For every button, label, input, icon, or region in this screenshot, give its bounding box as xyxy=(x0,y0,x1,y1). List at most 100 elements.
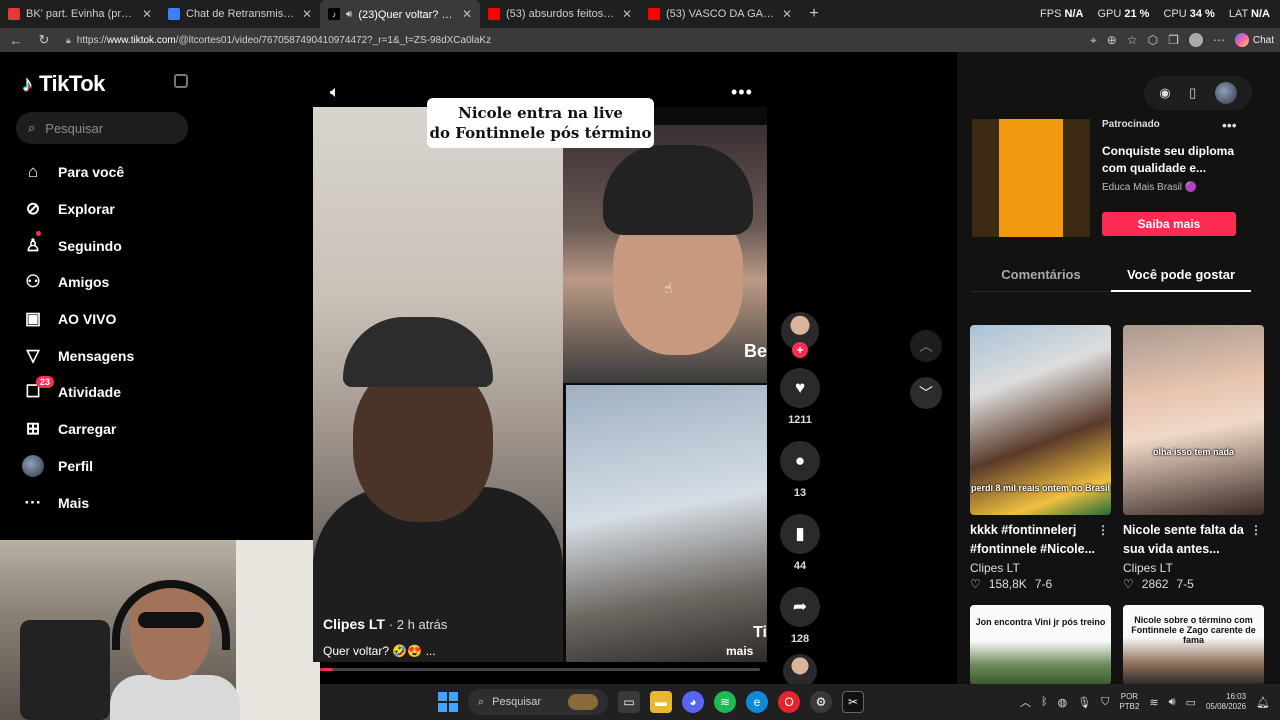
tray-overflow-icon[interactable]: ︿ xyxy=(1020,694,1031,710)
card-author[interactable]: Clipes LT xyxy=(1123,561,1264,575)
microphone-icon[interactable]: 🎙︎ xyxy=(1077,696,1091,709)
sidebar-item-carregar[interactable]: ⊞ Carregar xyxy=(16,411,184,448)
like-action[interactable]: ♥ 1211 xyxy=(779,368,821,427)
battery-icon[interactable]: ▭ xyxy=(1186,696,1196,709)
card-thumbnail[interactable]: Nicole sobre o término com Fontinnele e … xyxy=(1123,605,1264,685)
edge-icon[interactable]: e xyxy=(746,691,768,713)
user-avatar[interactable] xyxy=(1214,82,1237,104)
browser-tab-1[interactable]: BK' part. Evinha (prod. Kolo) - Ca ✕ xyxy=(0,0,160,28)
ad-title[interactable]: Conquiste seu diploma com qualidade e... xyxy=(1102,143,1242,177)
recommended-card[interactable]: Nicole sobre o término com Fontinnele e … xyxy=(1123,605,1264,685)
language-indicator[interactable]: POR PTB2 xyxy=(1119,692,1139,712)
card-author[interactable]: Clipes LT xyxy=(970,561,1111,575)
volume-icon[interactable]: 🔈︎ xyxy=(330,84,340,102)
tiktok-logo[interactable]: ♪ TikTok xyxy=(22,70,184,98)
ad-more-icon[interactable]: ••• xyxy=(1222,117,1237,133)
volume-tray-icon[interactable]: 🔊︎ xyxy=(1169,696,1176,709)
clock[interactable]: 16:03 05/08/2026 xyxy=(1206,692,1246,712)
collections-icon[interactable]: ❒ xyxy=(1168,33,1179,47)
heart-icon[interactable]: ♥ xyxy=(780,368,820,408)
search-input[interactable]: ⌕ Pesquisar xyxy=(16,112,188,144)
translate-icon[interactable]: ⌖ xyxy=(1090,33,1097,48)
bookmark-icon[interactable]: ▮ xyxy=(780,514,820,554)
follow-plus-icon[interactable]: + xyxy=(792,342,808,358)
profile-icon[interactable] xyxy=(1188,33,1203,47)
card-more-icon[interactable]: ⋮ xyxy=(1250,521,1262,540)
browser-tab-2[interactable]: Chat de Retransmissão ✕ xyxy=(160,0,320,28)
explore-compass-icon[interactable]: ◉ xyxy=(1159,85,1170,101)
tab-comentarios[interactable]: Comentários xyxy=(971,262,1111,292)
sidebar-item-perfil[interactable]: Perfil xyxy=(16,448,184,485)
reload-icon[interactable]: ↻ xyxy=(34,30,54,50)
sidebar-item-mensagens[interactable]: ▽ Mensagens xyxy=(16,337,184,374)
card-more-icon[interactable]: ⋮ xyxy=(1097,521,1109,540)
ad-thumbnail[interactable] xyxy=(972,119,1090,237)
sidebar-item-ao-vivo[interactable]: ▣ AO VIVO xyxy=(16,301,184,338)
steam-icon[interactable]: ⚙︎ xyxy=(810,691,832,713)
security-icon[interactable]: ⛉ xyxy=(1101,696,1109,709)
share-action[interactable]: ➦ 128 xyxy=(779,587,821,646)
discord-icon[interactable]: ◕ xyxy=(682,691,704,713)
browser-tab-5[interactable]: (53) VASCO DA GAMA E O DIA DO ✕ xyxy=(640,0,800,28)
sidebar-item-explorar[interactable]: ⊘ Explorar xyxy=(16,191,184,228)
windows-start-icon[interactable] xyxy=(438,692,458,712)
sidebar-item-mais[interactable]: ··· Mais xyxy=(16,484,184,521)
extensions-icon[interactable]: ⬡ xyxy=(1148,33,1158,47)
ad-cta-button[interactable]: Saiba mais xyxy=(1102,212,1236,236)
browser-tab-4[interactable]: (53) absurdos feitos em lives irl - Y ✕ xyxy=(480,0,640,28)
card-title[interactable]: kkkk #fontinnelerj #fontinnele #Nicole..… xyxy=(970,521,1111,559)
file-explorer-icon[interactable]: ▬ xyxy=(650,691,672,713)
back-icon[interactable]: ← xyxy=(6,30,26,50)
wifi-icon[interactable]: ≋ xyxy=(1149,696,1158,709)
comment-icon[interactable]: ● xyxy=(780,441,820,481)
favorite-icon[interactable]: ☆ xyxy=(1127,33,1138,47)
task-view-icon[interactable]: ▭ xyxy=(618,691,640,713)
close-tab-icon[interactable]: ✕ xyxy=(302,7,312,21)
recommended-card[interactable]: Jon encontra Vini jr pós treino xyxy=(970,605,1111,685)
sound-avatar[interactable] xyxy=(783,654,817,688)
copilot-button[interactable]: Chat xyxy=(1234,33,1274,47)
spotify-icon[interactable]: ≋ xyxy=(714,691,736,713)
video-player[interactable]: Be Ti xyxy=(313,107,767,662)
next-video-button[interactable]: ﹀ xyxy=(910,377,942,409)
capcut-icon[interactable]: ✂︎ xyxy=(842,691,864,713)
card-thumbnail[interactable]: perdi 8 mil reais ontem no Brasil xyxy=(970,325,1111,515)
video-more-icon[interactable]: ••• xyxy=(731,82,753,103)
sidebar-item-para-voce[interactable]: ⌂ Para você xyxy=(16,154,184,191)
close-tab-icon[interactable]: ✕ xyxy=(462,7,472,21)
video-progress-bar[interactable] xyxy=(320,668,760,671)
save-action[interactable]: ▮ 44 xyxy=(779,514,821,573)
zoom-icon[interactable]: ⊕ xyxy=(1107,33,1117,47)
card-thumbnail[interactable]: olha isso tem nada xyxy=(1123,325,1264,515)
bluetooth-icon[interactable]: ᛒ xyxy=(1041,696,1048,708)
comment-action[interactable]: ● 13 xyxy=(779,441,821,500)
url-field[interactable]: 🔒︎ https://www.tiktok.com/@ltcortes01/vi… xyxy=(62,30,1062,50)
video-more-link[interactable]: mais xyxy=(726,644,753,658)
share-icon[interactable]: ➦ xyxy=(780,587,820,627)
recommended-card[interactable]: perdi 8 mil reais ontem no Brasil kkkk #… xyxy=(970,325,1111,591)
collapse-sidebar-icon[interactable] xyxy=(174,74,188,88)
close-tab-icon[interactable]: ✕ xyxy=(782,7,792,21)
card-title[interactable]: Nicole sente falta da sua vida antes... ⋮ xyxy=(1123,521,1264,559)
close-tab-icon[interactable]: ✕ xyxy=(622,7,632,21)
opera-icon[interactable]: O xyxy=(778,691,800,713)
tab-voce-pode-gostar[interactable]: Você pode gostar xyxy=(1111,262,1251,292)
sidebar-item-atividade[interactable]: ☐ 23 Atividade xyxy=(16,374,184,411)
taskbar-search[interactable]: ⌕ Pesquisar xyxy=(468,689,608,715)
sponsored-ad[interactable]: Patrocinado ••• Conquiste seu diploma co… xyxy=(972,115,1250,241)
creator-avatar[interactable]: + xyxy=(781,312,819,358)
video-author[interactable]: Clipes LT · 2 h atrás xyxy=(323,616,447,632)
obs-icon[interactable]: ◍ xyxy=(1058,696,1068,709)
sidebar-item-amigos[interactable]: ⚇ Amigos xyxy=(16,264,184,301)
notification-icon[interactable]: 🔔︎ xyxy=(1256,696,1270,709)
recommended-card[interactable]: olha isso tem nada Nicole sente falta da… xyxy=(1123,325,1264,591)
menu-icon[interactable]: ⋯ xyxy=(1213,33,1225,47)
speaker-icon[interactable]: 🔊︎ xyxy=(346,9,352,20)
browser-tab-3[interactable]: ♪ 🔊︎ (23)Quer voltar? 🤣😍 #fonti ✕ xyxy=(320,0,480,28)
new-tab-button[interactable]: + xyxy=(800,0,828,28)
sidebar-item-seguindo[interactable]: ♙ Seguindo xyxy=(16,227,184,264)
close-tab-icon[interactable]: ✕ xyxy=(142,7,152,21)
device-icon[interactable]: ▯ xyxy=(1189,85,1196,101)
card-thumbnail[interactable]: Jon encontra Vini jr pós treino xyxy=(970,605,1111,685)
previous-video-button[interactable]: ︿ xyxy=(910,330,942,362)
